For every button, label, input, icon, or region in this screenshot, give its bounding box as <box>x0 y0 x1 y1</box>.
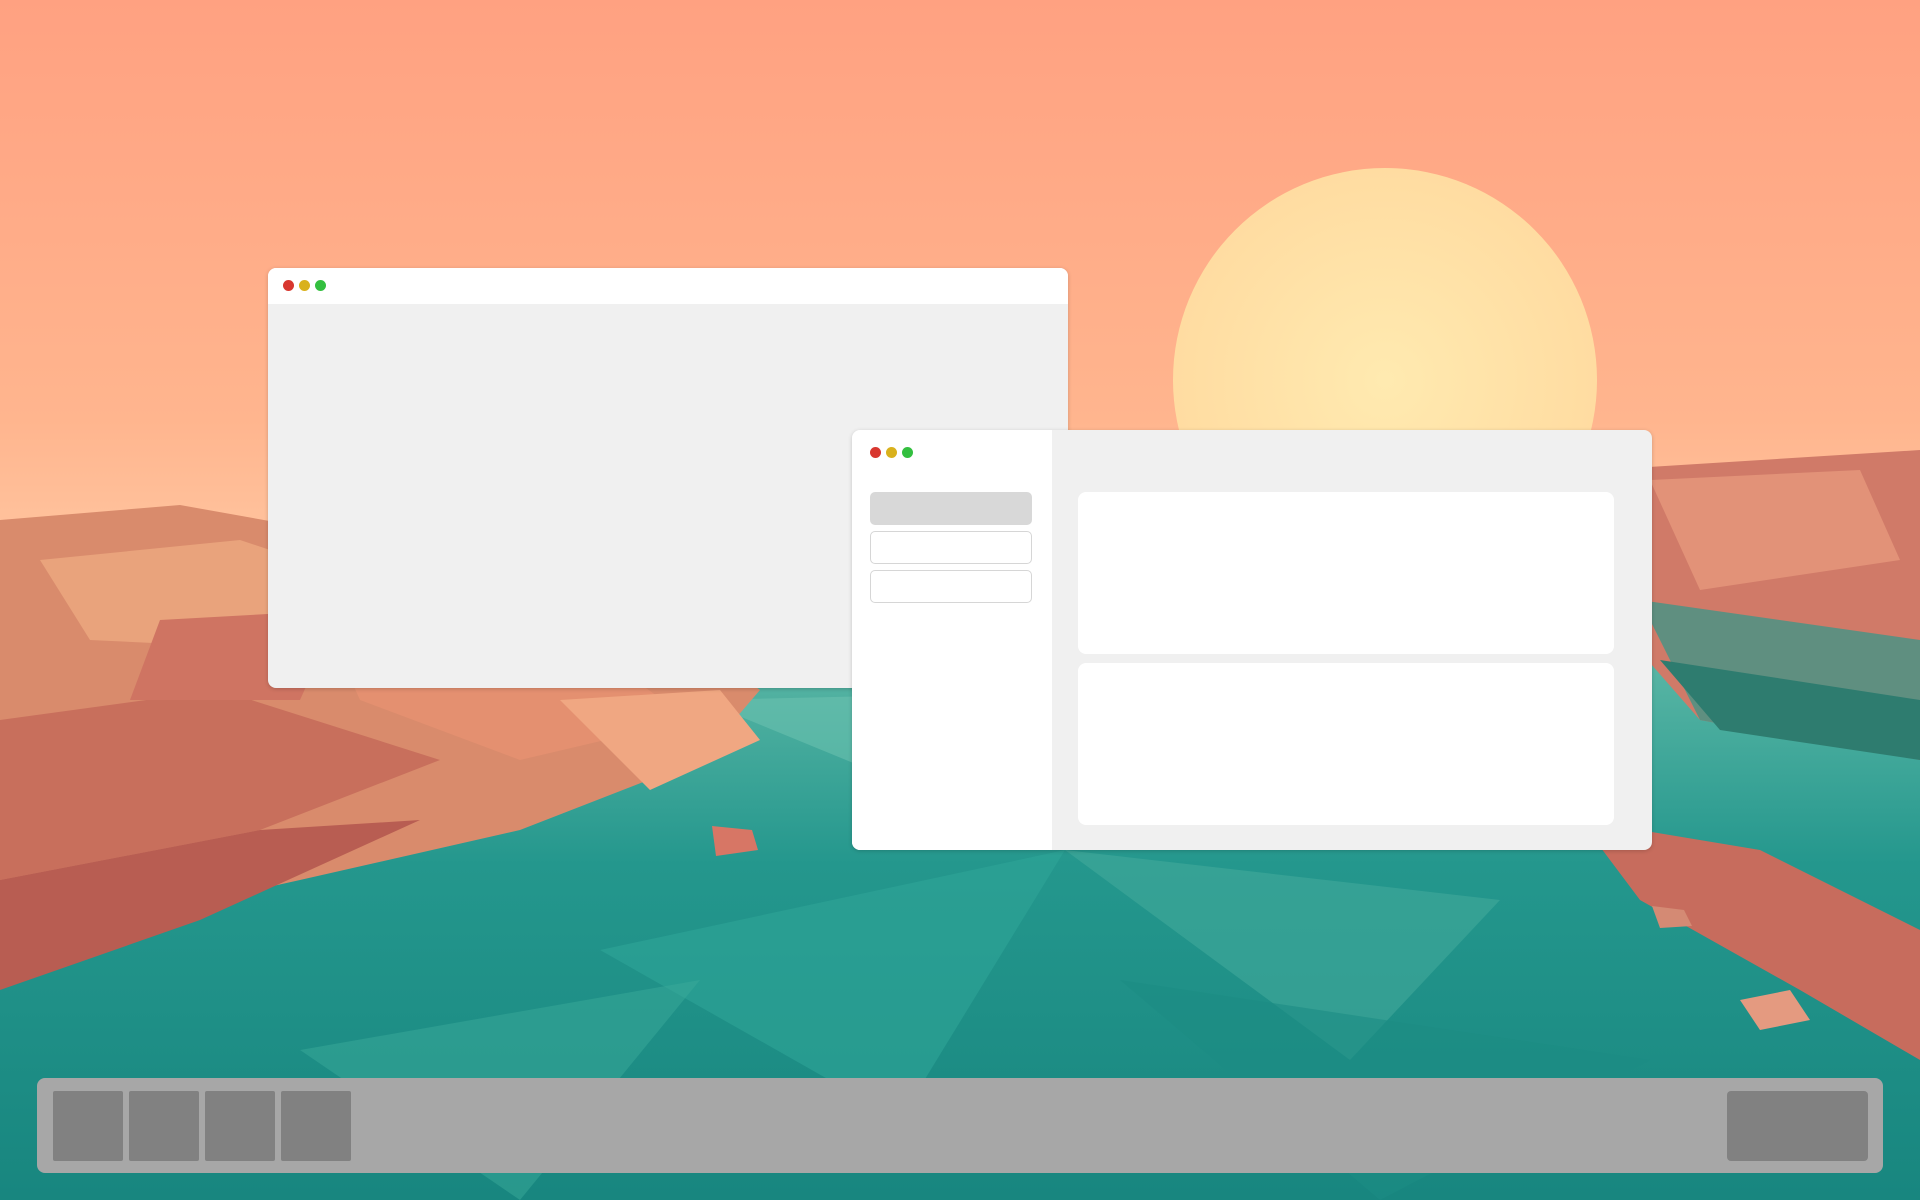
front-window[interactable] <box>852 430 1652 850</box>
content-panel-2 <box>1078 663 1614 825</box>
desktop <box>0 0 1920 1200</box>
taskbar-app-button[interactable] <box>281 1091 351 1161</box>
close-button[interactable] <box>870 447 881 458</box>
taskbar <box>37 1078 1883 1173</box>
sidebar <box>852 430 1052 850</box>
minimize-button[interactable] <box>886 447 897 458</box>
minimize-button[interactable] <box>299 280 310 291</box>
maximize-button[interactable] <box>902 447 913 458</box>
taskbar-app-button[interactable] <box>129 1091 199 1161</box>
close-button[interactable] <box>283 280 294 291</box>
maximize-button[interactable] <box>315 280 326 291</box>
title-bar[interactable] <box>268 268 1068 304</box>
taskbar-app-button[interactable] <box>53 1091 123 1161</box>
sidebar-item-1[interactable] <box>870 492 1032 525</box>
sidebar-item-2[interactable] <box>870 531 1032 564</box>
taskbar-app-button[interactable] <box>205 1091 275 1161</box>
content-panel-1 <box>1078 492 1614 654</box>
system-tray[interactable] <box>1727 1091 1868 1161</box>
sidebar-item-3[interactable] <box>870 570 1032 603</box>
